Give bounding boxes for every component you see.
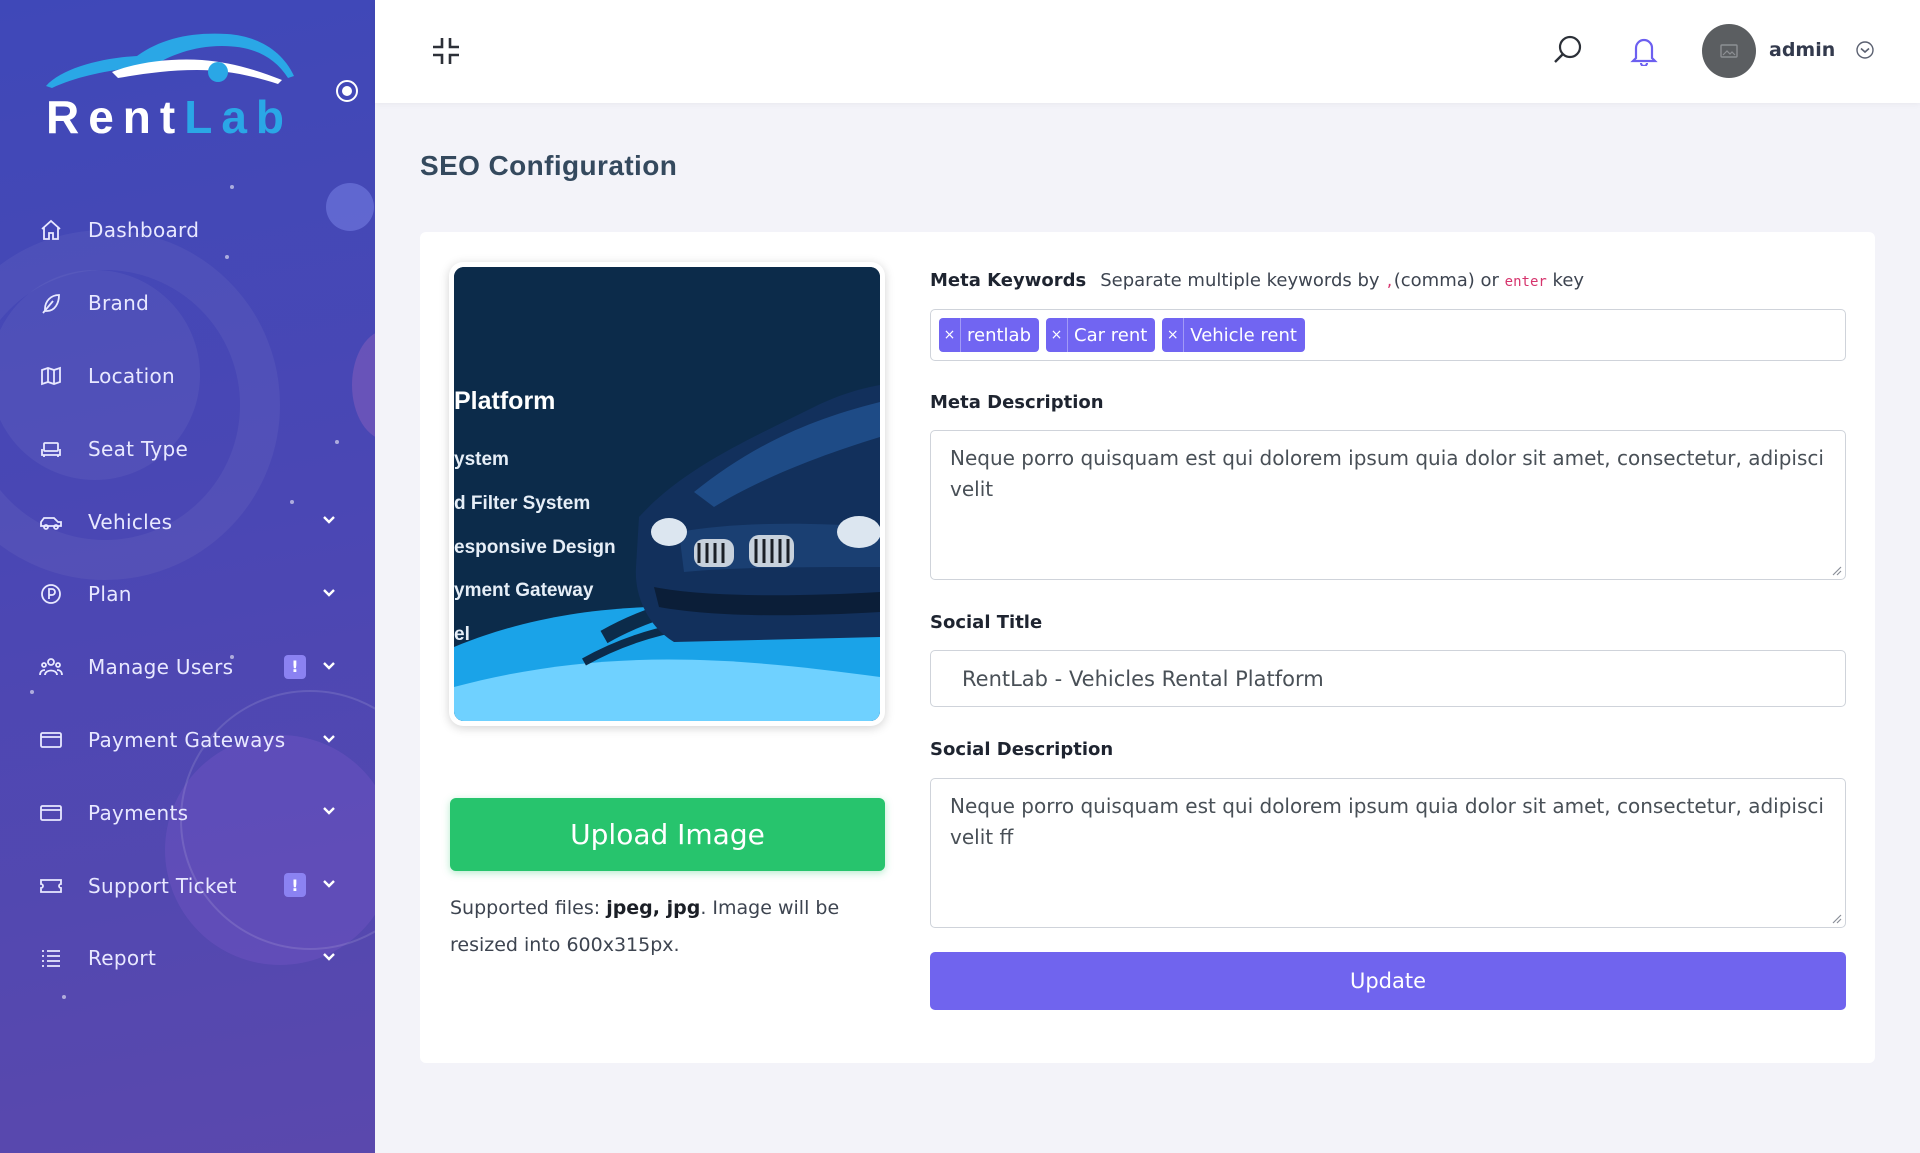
preview-headline: Platform	[454, 387, 556, 415]
social-description-label: Social Description	[930, 739, 1114, 760]
map-icon	[38, 363, 64, 389]
plan-icon	[38, 581, 64, 607]
card-icon	[38, 800, 64, 826]
search-icon[interactable]	[1552, 34, 1584, 66]
ticket-icon	[38, 873, 64, 899]
sidebar-item-location[interactable]: Location	[0, 340, 375, 413]
alert-badge: !	[284, 654, 306, 679]
sidebar-item-payment-gateways[interactable]: Payment Gateways	[0, 704, 375, 777]
username[interactable]: admin	[1769, 39, 1835, 61]
meta-keywords-hint: Separate multiple keywords by ,(comma) o…	[1100, 270, 1585, 291]
home-icon	[38, 217, 64, 243]
preview-feature: ystem	[454, 449, 509, 470]
sidebar: RentLab Dashboard Brand Location Seat Ty…	[0, 0, 375, 1153]
remove-tag-icon[interactable]: ×	[1162, 318, 1185, 352]
feather-icon	[38, 290, 64, 316]
seo-config-card: Platform ystem d Filter System esponsive…	[420, 232, 1875, 1063]
keyword-tag: × Vehicle rent	[1162, 318, 1305, 352]
sidebar-item-label: Manage Users	[88, 655, 234, 680]
sidebar-item-report[interactable]: Report	[0, 922, 375, 995]
sidebar-item-plan[interactable]: Plan	[0, 558, 375, 631]
users-icon	[38, 654, 64, 680]
brand-name: RentLab	[46, 91, 294, 143]
chevron-down-icon	[323, 807, 335, 816]
preview-feature: d Filter System	[454, 493, 591, 514]
bell-icon[interactable]	[1628, 34, 1660, 66]
meta-description-textarea[interactable]: Neque porro quisquam est qui dolorem ips…	[930, 430, 1846, 580]
sidebar-item-label: Dashboard	[88, 218, 200, 243]
car-icon	[38, 509, 64, 535]
sidebar-item-label: Brand	[88, 291, 150, 316]
sidebar-item-label: Report	[88, 946, 157, 971]
chevron-down-icon	[323, 734, 335, 743]
sidebar-toggle-radio[interactable]	[336, 80, 358, 102]
collapse-icon[interactable]	[431, 36, 461, 66]
chevron-down-icon	[323, 661, 335, 670]
chevron-down-icon	[323, 880, 335, 888]
seo-image-preview: Platform ystem d Filter System esponsive…	[454, 267, 880, 721]
seat-icon	[38, 436, 64, 462]
meta-keywords-label: Meta Keywords Separate multiple keywords …	[930, 270, 1585, 291]
social-title-label: Social Title	[930, 612, 1043, 633]
sidebar-item-brand[interactable]: Brand	[0, 267, 375, 340]
image-preview-frame: Platform ystem d Filter System esponsive…	[449, 262, 885, 726]
sidebar-item-label: Plan	[88, 582, 132, 607]
list-icon	[38, 945, 64, 971]
sidebar-item-label: Seat Type	[88, 436, 189, 461]
meta-description-label: Meta Description	[930, 392, 1104, 413]
sidebar-item-label: Location	[88, 363, 175, 388]
chevron-down-icon	[323, 516, 335, 524]
supported-files-note: Supported files: jpeg, jpg. Image will b…	[450, 897, 840, 956]
decorative-star	[62, 995, 66, 999]
sidebar-nav: Dashboard Brand Location Seat Type Vehic…	[0, 194, 375, 995]
update-button[interactable]: Update	[930, 952, 1846, 1010]
sidebar-item-label: Vehicles	[88, 509, 173, 534]
upload-image-button[interactable]: Upload Image	[450, 798, 885, 871]
sidebar-item-manage-users[interactable]: Manage Users !	[0, 631, 375, 704]
sidebar-item-seat-type[interactable]: Seat Type	[0, 412, 375, 485]
keyword-tag: × Car rent	[1046, 318, 1156, 352]
chevron-down-icon	[323, 953, 335, 961]
resize-grip-icon[interactable]	[1830, 912, 1842, 924]
resize-grip-icon[interactable]	[1830, 564, 1842, 576]
topbar: admin	[375, 0, 1920, 103]
chevron-down-circle-icon[interactable]	[1855, 40, 1875, 60]
remove-tag-icon[interactable]: ×	[1046, 318, 1069, 352]
alert-badge: !	[284, 873, 306, 898]
brand-logo[interactable]: RentLab	[38, 28, 298, 143]
remove-tag-icon[interactable]: ×	[939, 318, 961, 352]
keyword-tag: × rentlab	[939, 318, 1040, 352]
sidebar-item-label: Payments	[88, 800, 189, 825]
sidebar-item-dashboard[interactable]: Dashboard	[0, 194, 375, 267]
card-icon	[38, 727, 64, 753]
social-description-textarea[interactable]: Neque porro quisquam est qui dolorem ips…	[930, 778, 1846, 928]
car-logo-icon	[46, 33, 294, 88]
preview-feature: el	[454, 624, 470, 645]
social-title-input[interactable]: RentLab - Vehicles Rental Platform	[930, 650, 1846, 707]
sidebar-item-label: Payment Gateways	[88, 727, 286, 752]
sidebar-item-support-ticket[interactable]: Support Ticket !	[0, 849, 375, 922]
meta-keywords-input[interactable]: × rentlab × Car rent × Vehicle rent	[930, 309, 1846, 361]
page-title: SEO Configuration	[420, 150, 678, 181]
preview-feature: yment Gateway	[454, 580, 594, 601]
decorative-star	[230, 185, 234, 189]
chevron-down-icon	[323, 589, 335, 597]
sidebar-item-label: Support Ticket	[88, 873, 237, 898]
image-placeholder-icon	[1720, 44, 1738, 58]
sidebar-item-vehicles[interactable]: Vehicles	[0, 485, 375, 558]
preview-feature: esponsive Design	[454, 537, 616, 558]
sidebar-item-payments[interactable]: Payments	[0, 776, 375, 849]
avatar[interactable]	[1702, 24, 1756, 78]
